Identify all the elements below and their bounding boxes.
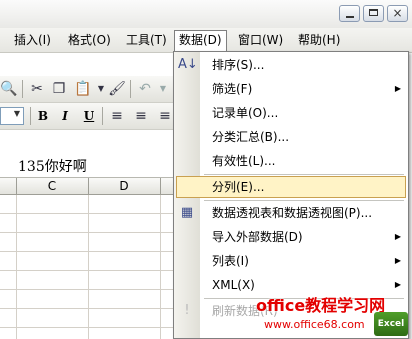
column-headers: C D xyxy=(0,178,180,195)
menu-item-validation[interactable]: 有效性(L)... xyxy=(174,149,408,173)
window-controls: × xyxy=(339,5,408,22)
menu-item-form[interactable]: 记录单(O)... xyxy=(174,101,408,125)
copy-icon[interactable]: ❐ xyxy=(50,80,68,98)
submenu-arrow-icon: ▶ xyxy=(394,256,401,265)
research-icon[interactable]: 🔍 xyxy=(0,80,18,98)
submenu-arrow-icon: ▶ xyxy=(394,280,401,289)
align-center-icon[interactable]: ≡ xyxy=(132,107,150,125)
column-divider[interactable] xyxy=(160,178,161,194)
menu-format[interactable]: 格式(O) xyxy=(64,31,115,49)
menu-item-label: XML(X) xyxy=(212,278,255,292)
menu-item-label: 分类汇总(B)... xyxy=(212,130,290,144)
cell-grid[interactable] xyxy=(0,195,180,339)
menu-item-import-external-data[interactable]: 导入外部数据(D) ▶ xyxy=(174,225,408,249)
menu-item-pivot-table[interactable]: ▦ 数据透视表和数据透视图(P)... xyxy=(174,201,408,225)
menu-item-list[interactable]: 列表(I) ▶ xyxy=(174,249,408,273)
refresh-data-icon: ! xyxy=(184,303,190,318)
format-painter-icon[interactable]: 🖌 xyxy=(108,80,126,98)
menu-data[interactable]: 数据(D) xyxy=(174,30,227,53)
toolbar-separator xyxy=(22,80,23,98)
paste-icon[interactable]: 📋 xyxy=(74,80,92,98)
pivot-table-icon: ▦ xyxy=(180,205,194,220)
bold-button[interactable]: B xyxy=(34,107,52,125)
menu-item-sort[interactable]: A↓ 排序(S)... xyxy=(174,53,408,77)
menu-item-label: 列表(I) xyxy=(212,254,249,268)
close-icon: × xyxy=(392,6,403,20)
menu-window[interactable]: 窗口(W) xyxy=(234,31,287,49)
toolbar-separator xyxy=(130,80,131,98)
align-right-icon[interactable]: ≡ xyxy=(156,107,174,125)
menu-item-label: 筛选(F) xyxy=(212,82,253,96)
formula-bar[interactable]: 135你好啊 xyxy=(0,157,180,178)
undo-icon[interactable]: ↶ xyxy=(136,80,154,98)
underline-button[interactable]: U xyxy=(80,107,98,125)
font-size-combo[interactable] xyxy=(0,107,24,125)
menu-highlight xyxy=(176,176,406,198)
standard-toolbar: 🔍 ✂ ❐ 📋 ▼ 🖌 ↶ ▼ xyxy=(0,76,180,103)
submenu-arrow-icon: ▶ xyxy=(394,84,401,93)
watermark-title: office教程学习网 xyxy=(256,296,386,315)
watermark-url: www.office68.com xyxy=(264,318,365,331)
menu-item-label: 记录单(O)... xyxy=(212,106,279,120)
undo-dropdown-icon[interactable]: ▼ xyxy=(154,80,172,98)
toolbar-separator xyxy=(30,107,31,125)
italic-button[interactable]: I xyxy=(56,107,74,125)
menu-insert[interactable]: 插入(I) xyxy=(10,31,55,49)
grid-line xyxy=(16,195,17,339)
menu-item-label: 排序(S)... xyxy=(212,58,265,72)
toolbar-separator xyxy=(102,107,103,125)
menu-item-subtotals[interactable]: 分类汇总(B)... xyxy=(174,125,408,149)
maximize-button[interactable] xyxy=(363,5,384,22)
menu-bar: 插入(I) 格式(O) 工具(T) 数据(D) 窗口(W) 帮助(H) xyxy=(0,28,412,53)
minimize-button[interactable] xyxy=(339,5,360,22)
menu-item-label: 导入外部数据(D) xyxy=(212,230,303,244)
sort-az-icon: A↓ xyxy=(178,57,198,72)
menu-item-filter[interactable]: 筛选(F) ▶ xyxy=(174,77,408,101)
menu-tools[interactable]: 工具(T) xyxy=(122,31,171,49)
grid-line xyxy=(160,195,161,339)
menu-item-label: 分列(E)... xyxy=(212,180,265,194)
excel-logo: Excel xyxy=(374,312,408,336)
formula-value[interactable]: 135你好啊 xyxy=(18,157,87,177)
column-header-c[interactable]: C xyxy=(16,178,88,194)
cut-icon[interactable]: ✂ xyxy=(28,80,46,98)
menu-item-label: 有效性(L)... xyxy=(212,154,276,168)
close-button[interactable]: × xyxy=(387,5,408,22)
menu-item-label: 数据透视表和数据透视图(P)... xyxy=(212,206,373,220)
grid-line xyxy=(88,195,89,339)
formatting-toolbar: B I U ≡ ≡ ≡ xyxy=(0,103,180,130)
menu-item-text-to-columns[interactable]: 分列(E)... xyxy=(174,175,408,199)
column-header-d[interactable]: D xyxy=(88,178,160,194)
align-left-icon[interactable]: ≡ xyxy=(108,107,126,125)
title-bar: × xyxy=(0,0,412,28)
submenu-arrow-icon: ▶ xyxy=(394,232,401,241)
menu-help[interactable]: 帮助(H) xyxy=(294,31,344,49)
